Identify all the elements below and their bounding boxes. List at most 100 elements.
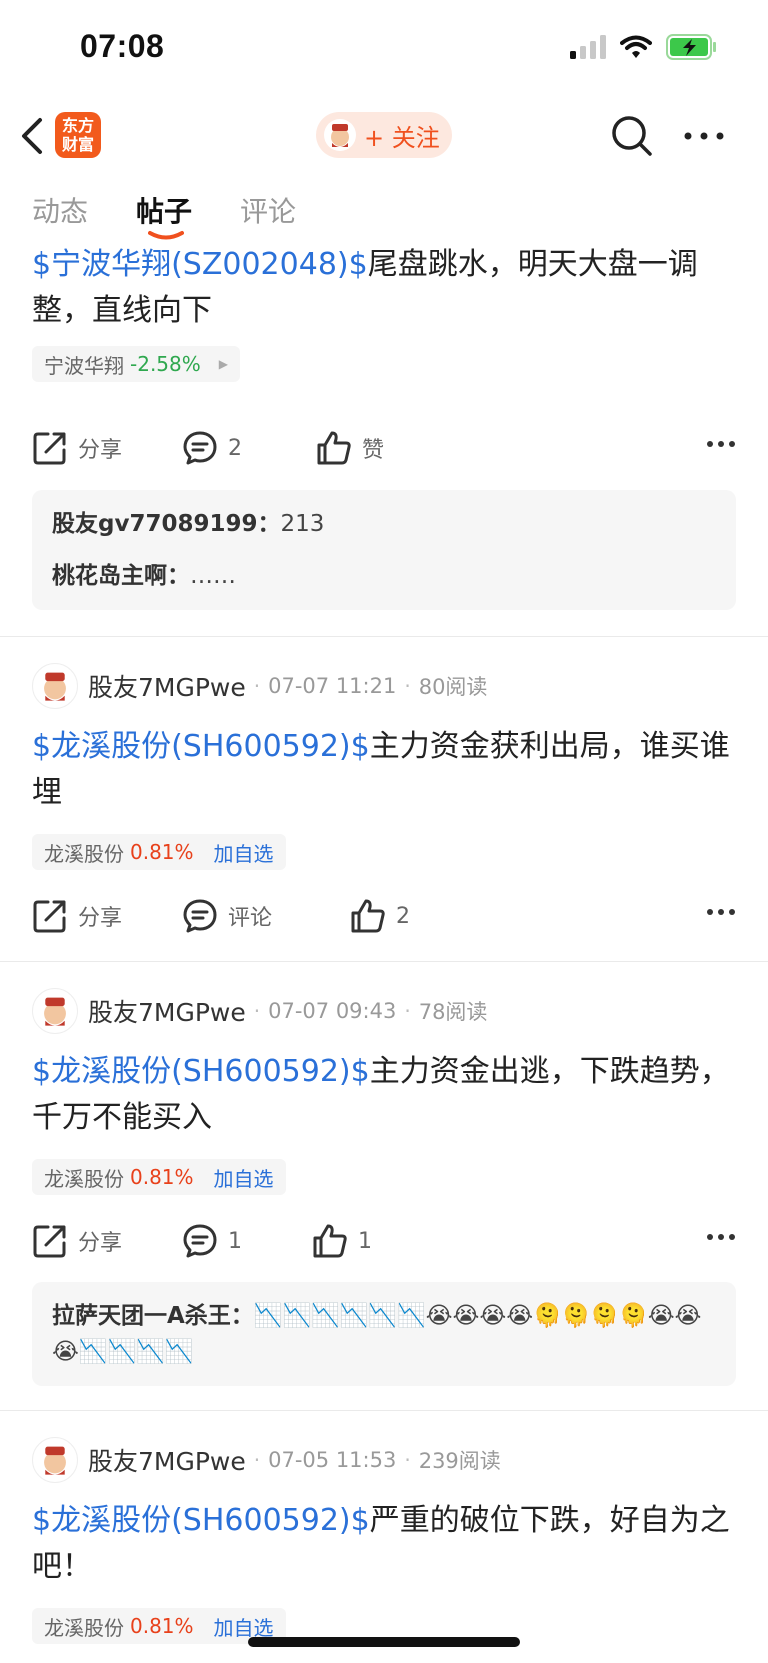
comment-user: 桃花岛主啊： <box>52 563 190 589</box>
comment-preview[interactable]: 股友gv77089199：213 桃花岛主啊：…… <box>32 490 736 610</box>
post-text[interactable]: $龙溪股份(SH600592)$严重的破位下跌，好自为之吧！ <box>32 1498 736 1590</box>
more-icon[interactable] <box>682 126 726 146</box>
logo-text-top: 东方 <box>61 116 94 135</box>
logo-text-bottom: 财富 <box>61 135 94 154</box>
status-time: 07:08 <box>80 28 165 64</box>
thumbs-up-icon <box>317 431 351 465</box>
tab-active-indicator <box>148 231 185 240</box>
like-button[interactable]: 赞 <box>316 426 384 470</box>
separator-dot: · <box>404 999 411 1023</box>
author-avatar[interactable] <box>32 988 78 1034</box>
share-button[interactable]: 分享 <box>32 894 122 938</box>
share-label: 分享 <box>78 438 123 463</box>
add-watchlist-button[interactable]: 加自选 <box>214 1163 274 1192</box>
stock-tag-change: 0.81% <box>130 1165 194 1189</box>
comment-icon <box>183 431 217 465</box>
author-name[interactable]: 股友7MGPwe <box>88 993 246 1029</box>
author-name[interactable]: 股友7MGPwe <box>88 1442 246 1478</box>
comment-preview[interactable]: 拉萨天团一A杀王：📉📉📉📉📉📉😭😭😭😭🫠🫠🫠🫠😭😭😭📉📉📉📉 <box>32 1282 736 1386</box>
stock-tag[interactable]: 龙溪股份 0.81% 加自选 <box>32 1159 286 1195</box>
author-avatar[interactable] <box>32 663 78 709</box>
tab-comments[interactable]: 评论 <box>240 190 296 240</box>
separator-dot: · <box>253 1448 261 1472</box>
stock-link[interactable]: $龙溪股份(SH600592)$ <box>32 1054 370 1089</box>
share-label: 分享 <box>78 1231 123 1256</box>
separator-dot: · <box>253 999 261 1023</box>
comment-count: 2 <box>228 435 242 461</box>
tab-dynamic[interactable]: 动态 <box>32 190 88 240</box>
search-icon[interactable] <box>610 114 654 158</box>
post-time: 07-07 09:43 <box>268 999 397 1023</box>
comment-button[interactable]: 1 <box>182 1219 242 1263</box>
like-button[interactable]: 1 <box>312 1219 372 1263</box>
comment-item: 桃花岛主啊：…… <box>52 558 716 594</box>
stock-link[interactable]: $宁波华翔(SZ002048)$ <box>32 247 368 282</box>
comment-button[interactable]: 2 <box>182 426 242 470</box>
read-count: 78阅读 <box>418 1000 488 1024</box>
thumbs-up-icon <box>351 899 385 933</box>
tab-bar: 动态 帖子 评论 <box>32 190 296 240</box>
divider <box>0 961 768 962</box>
comment-button[interactable]: 评论 <box>182 894 272 938</box>
back-icon[interactable] <box>18 116 46 156</box>
stock-tag-name: 龙溪股份 <box>44 1615 124 1640</box>
like-count: 1 <box>358 1228 372 1254</box>
post-header: 股友7MGPwe · 07-07 11:21 · 80阅读 <box>32 663 487 709</box>
post-header: 股友7MGPwe · 07-05 11:53 · 239阅读 <box>32 1437 501 1483</box>
status-icons <box>570 34 718 60</box>
top-nav: 东方 财富 + 关注 <box>0 100 768 172</box>
share-icon <box>33 432 66 465</box>
post-header: 股友7MGPwe · 07-07 09:43 · 78阅读 <box>32 988 487 1034</box>
stock-link[interactable]: $龙溪股份(SH600592)$ <box>32 729 370 764</box>
stock-tag-name: 龙溪股份 <box>44 1166 124 1191</box>
post-more-icon[interactable] <box>706 440 736 448</box>
stock-tag-change: -2.58% <box>130 352 201 376</box>
post-actions: 分享 1 1 <box>32 1219 736 1263</box>
stock-tag-change: 0.81% <box>130 840 194 864</box>
post-more-icon[interactable] <box>706 1233 736 1241</box>
stock-tag-change: 0.81% <box>130 1614 194 1638</box>
read-count: 239阅读 <box>418 1449 501 1473</box>
comment-text: …… <box>190 563 236 589</box>
separator-dot: · <box>253 674 261 698</box>
play-arrow-icon: ▶ <box>218 357 228 371</box>
comment-icon <box>183 899 217 933</box>
comment-icon <box>183 1224 217 1258</box>
share-button[interactable]: 分享 <box>32 426 122 470</box>
separator-dot: · <box>404 1448 411 1472</box>
tab-posts-label: 帖子 <box>136 195 193 228</box>
author-name[interactable]: 股友7MGPwe <box>88 668 246 704</box>
follow-label: + 关注 <box>364 123 440 152</box>
like-label: 赞 <box>362 438 385 463</box>
author-avatar[interactable] <box>32 1437 78 1483</box>
tab-posts[interactable]: 帖子 <box>136 190 192 240</box>
post-text[interactable]: $宁波华翔(SZ002048)$尾盘跳水，明天大盘一调整，直线向下 <box>32 242 736 334</box>
stock-tag[interactable]: 龙溪股份 0.81% 加自选 <box>32 834 286 870</box>
comment-item: 股友gv77089199：213 <box>52 506 716 542</box>
stock-tag[interactable]: 宁波华翔 -2.58% ▶ <box>32 346 240 382</box>
post-time: 07-05 11:53 <box>268 1448 397 1472</box>
battery-icon <box>666 34 716 60</box>
like-button[interactable]: 2 <box>350 894 410 938</box>
post-text[interactable]: $龙溪股份(SH600592)$主力资金出逃，下跌趋势，千万不能买入 <box>32 1049 736 1141</box>
post-more-icon[interactable] <box>706 908 736 916</box>
app-logo[interactable]: 东方 财富 <box>55 112 101 158</box>
wifi-icon <box>620 35 652 58</box>
follow-button[interactable]: + 关注 <box>316 112 452 158</box>
share-button[interactable]: 分享 <box>32 1219 122 1263</box>
stock-link[interactable]: $龙溪股份(SH600592)$ <box>32 1503 370 1538</box>
post-text[interactable]: $龙溪股份(SH600592)$主力资金获利出局，谁买谁埋 <box>32 724 736 816</box>
separator-dot: · <box>404 674 411 698</box>
add-watchlist-button[interactable]: 加自选 <box>214 838 274 867</box>
comment-label: 评论 <box>228 906 273 931</box>
post-actions: 分享 2 赞 <box>32 426 736 470</box>
comment-user: 股友gv77089199： <box>52 511 281 537</box>
signal-icon <box>570 35 606 59</box>
comment-text: 213 <box>280 511 325 537</box>
share-icon <box>33 900 66 933</box>
post-time: 07-07 11:21 <box>268 674 397 698</box>
home-indicator[interactable] <box>248 1637 520 1647</box>
stock-tag-name: 宁波华翔 <box>44 353 124 378</box>
stock-tag[interactable]: 龙溪股份 0.81% 加自选 <box>32 1608 286 1644</box>
comment-item: 拉萨天团一A杀王：📉📉📉📉📉📉😭😭😭😭🫠🫠🫠🫠😭😭😭📉📉📉📉 <box>52 1298 716 1370</box>
